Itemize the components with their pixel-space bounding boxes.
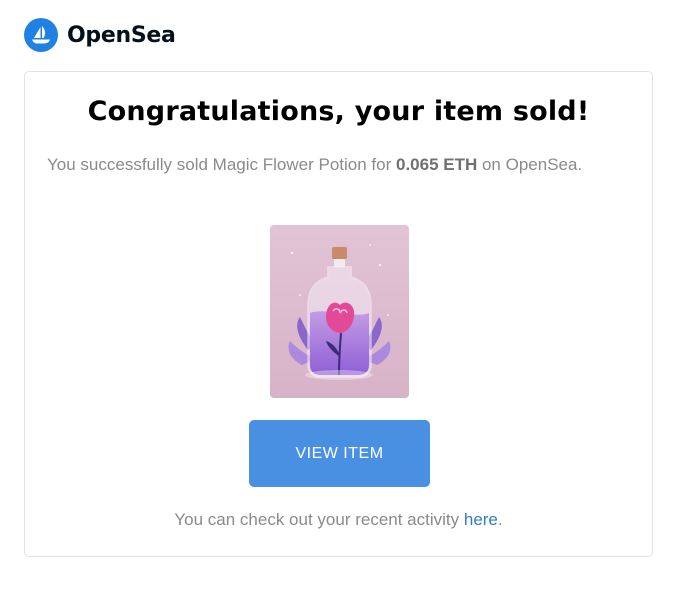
email-header: OpenSea: [24, 18, 176, 52]
recent-activity-link[interactable]: here: [464, 510, 498, 529]
sale-message: You successfully sold Magic Flower Potio…: [47, 152, 587, 177]
recent-activity-suffix: .: [497, 510, 503, 529]
opensea-logo[interactable]: [24, 18, 58, 52]
sailboat-icon: [32, 26, 50, 44]
recent-activity-text: You can check out your recent activity h…: [25, 510, 652, 530]
magic-flower-potion-bottle-image[interactable]: [270, 225, 409, 398]
sale-message-suffix: on OpenSea.: [477, 155, 583, 174]
sale-price: 0.065 ETH: [395, 155, 478, 174]
sale-message-prefix: You successfully sold Magic Flower Potio…: [47, 155, 396, 174]
sale-notification-card: Congratulations, your item sold! You suc…: [24, 71, 653, 557]
view-item-button[interactable]: VIEW ITEM: [249, 420, 430, 487]
recent-activity-prefix: You can check out your recent activity: [174, 510, 464, 529]
brand-name: OpenSea: [67, 22, 176, 48]
page-title: Congratulations, your item sold!: [87, 96, 590, 127]
